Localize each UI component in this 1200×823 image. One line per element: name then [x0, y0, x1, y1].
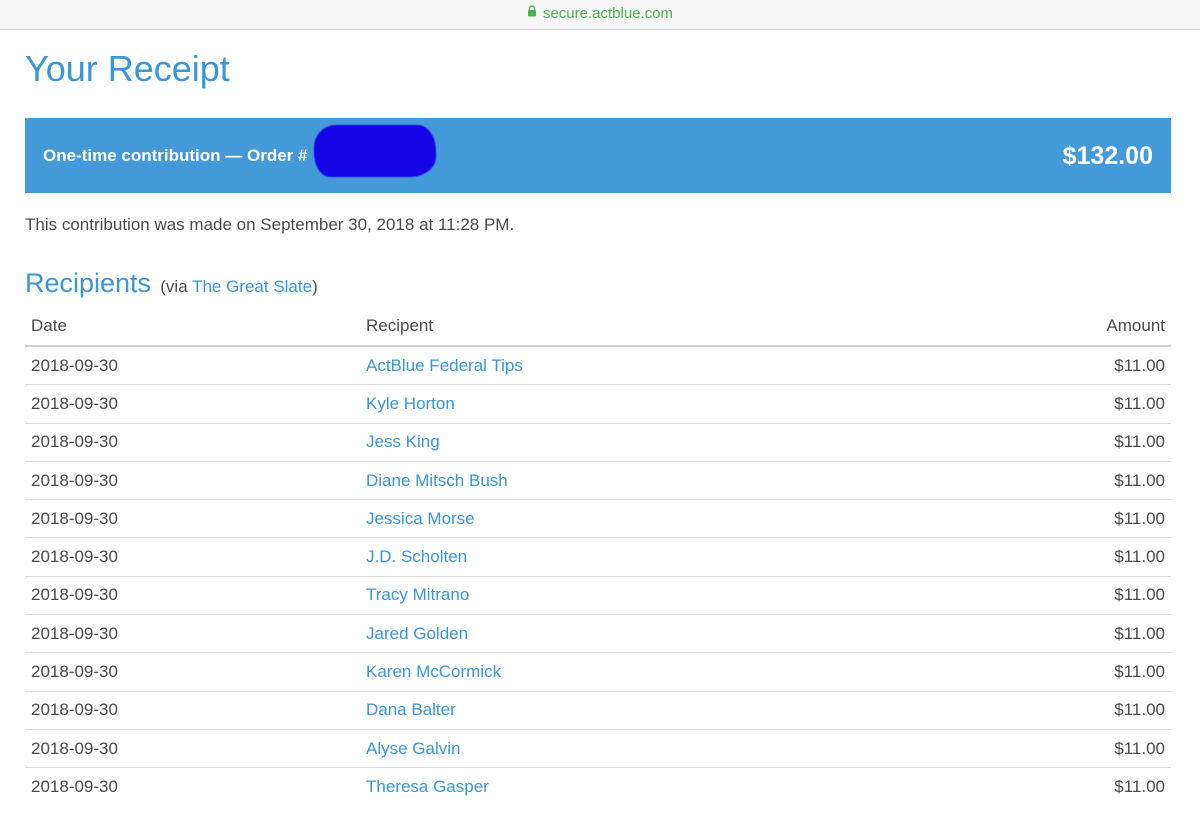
row-date: 2018-09-30 [25, 691, 360, 730]
table-row: 2018-09-30 Jessica Morse $11.00 [25, 499, 1171, 539]
row-amount: $11.00 [931, 614, 1171, 654]
slate-link[interactable]: The Great Slate [192, 277, 312, 296]
row-amount: $11.00 [931, 537, 1171, 577]
table-row: 2018-09-30 ActBlue Federal Tips $11.00 [25, 346, 1171, 386]
recipients-heading: Recipients (via The Great Slate) [25, 266, 318, 305]
table-row: 2018-09-30 Alyse Galvin $11.00 [25, 729, 1171, 769]
column-header-amount: Amount [931, 307, 1171, 347]
row-date: 2018-09-30 [25, 499, 360, 539]
row-amount: $11.00 [1114, 776, 1165, 796]
recipient-link[interactable]: Tracy Mitrano [360, 576, 932, 616]
row-amount: $11.00 [931, 461, 1171, 501]
row-date: 2018-09-30 [31, 776, 118, 796]
recipient-link[interactable]: Dana Balter [360, 691, 932, 730]
table-row: 2018-09-30 Kyle Horton $11.00 [25, 384, 1171, 424]
recipient-link[interactable]: Jared Golden [360, 614, 932, 654]
contribution-date-text: This contribution was made on September … [25, 215, 515, 234]
recipient-link[interactable]: ActBlue Federal Tips [360, 346, 932, 386]
contribution-total-amount: $132.00 [1062, 142, 1153, 170]
recipient-link[interactable]: Jess King [360, 423, 932, 462]
recipient-link[interactable]: Alyse Galvin [360, 729, 932, 769]
recipients-via: (via The Great Slate) [156, 277, 318, 296]
url-display[interactable]: secure.actblue.com [0, 4, 1200, 24]
recipient-link[interactable]: Karen McCormick [360, 652, 932, 692]
row-date: 2018-09-30 [25, 423, 360, 462]
table-header-row: Date Recipent Amount [25, 307, 1171, 347]
page-title: Your Receipt [25, 48, 230, 89]
recipient-link[interactable]: Theresa Gasper [360, 768, 932, 806]
recipient-link[interactable]: Diane Mitsch Bush [360, 461, 932, 501]
row-date: 2018-09-30 [25, 384, 360, 424]
via-prefix: (via [160, 277, 193, 296]
row-amount: $11.00 [931, 384, 1171, 424]
contribution-order-label: One-time contribution — Order # [43, 146, 308, 165]
row-date: 2018-09-30 [25, 614, 360, 654]
row-amount: $11.00 [931, 346, 1171, 386]
table-row: 2018-09-30 Diane Mitsch Bush $11.00 [25, 461, 1171, 501]
row-date: 2018-09-30 [25, 346, 360, 386]
row-date: 2018-09-30 [25, 537, 360, 577]
recipients-table-body: 2018-09-30 ActBlue Federal Tips $11.00 2018… [25, 346, 1171, 806]
recipient-link[interactable]: Jessica Morse [360, 499, 932, 539]
row-date: 2018-09-30 [25, 576, 360, 616]
row-date: 2018-09-30 [25, 652, 360, 692]
row-amount: $11.00 [931, 423, 1171, 462]
row-amount: $11.00 [931, 499, 1171, 539]
row-amount: $11.00 [931, 652, 1171, 692]
recipients-table: Date Recipent Amount 2018-09-30 ActBlue F… [25, 307, 1171, 806]
browser-address-bar[interactable]: secure.actblue.com [0, 0, 1200, 30]
row-amount: $11.00 [931, 691, 1171, 730]
row-date: 2018-09-30 [25, 461, 360, 501]
column-header-recipient: Recipent [360, 307, 932, 347]
table-row: 2018-09-30 Jared Golden $11.00 [25, 614, 1171, 654]
recipients-title: Recipients [25, 268, 152, 298]
row-amount: $11.00 [931, 729, 1171, 769]
table-row: 2018-09-30 J.D. Scholten $11.00 [25, 537, 1171, 577]
row-amount: $11.00 [931, 576, 1171, 616]
via-suffix: ) [312, 277, 318, 296]
redaction-scribble [314, 125, 436, 177]
recipient-link[interactable]: Kyle Horton [360, 384, 932, 424]
recipient-link[interactable]: J.D. Scholten [360, 537, 932, 577]
table-row: 2018-09-30 Jess King $11.00 [25, 423, 1171, 462]
table-row: 2018-09-30 Dana Balter $11.00 [25, 691, 1171, 730]
table-row: 2018-09-30 Tracy Mitrano $11.00 [25, 576, 1171, 616]
column-header-date: Date [25, 307, 360, 347]
url-text: secure.actblue.com [542, 5, 674, 22]
table-row: 2018-09-30 Karen McCormick $11.00 [25, 652, 1171, 692]
table-row: 2018-09-30 Theresa Gasper $11.00 [25, 768, 1171, 806]
contribution-banner: One-time contribution — Order # $132.00 [25, 118, 1171, 193]
row-date: 2018-09-30 [25, 729, 360, 769]
lock-icon [527, 3, 537, 23]
